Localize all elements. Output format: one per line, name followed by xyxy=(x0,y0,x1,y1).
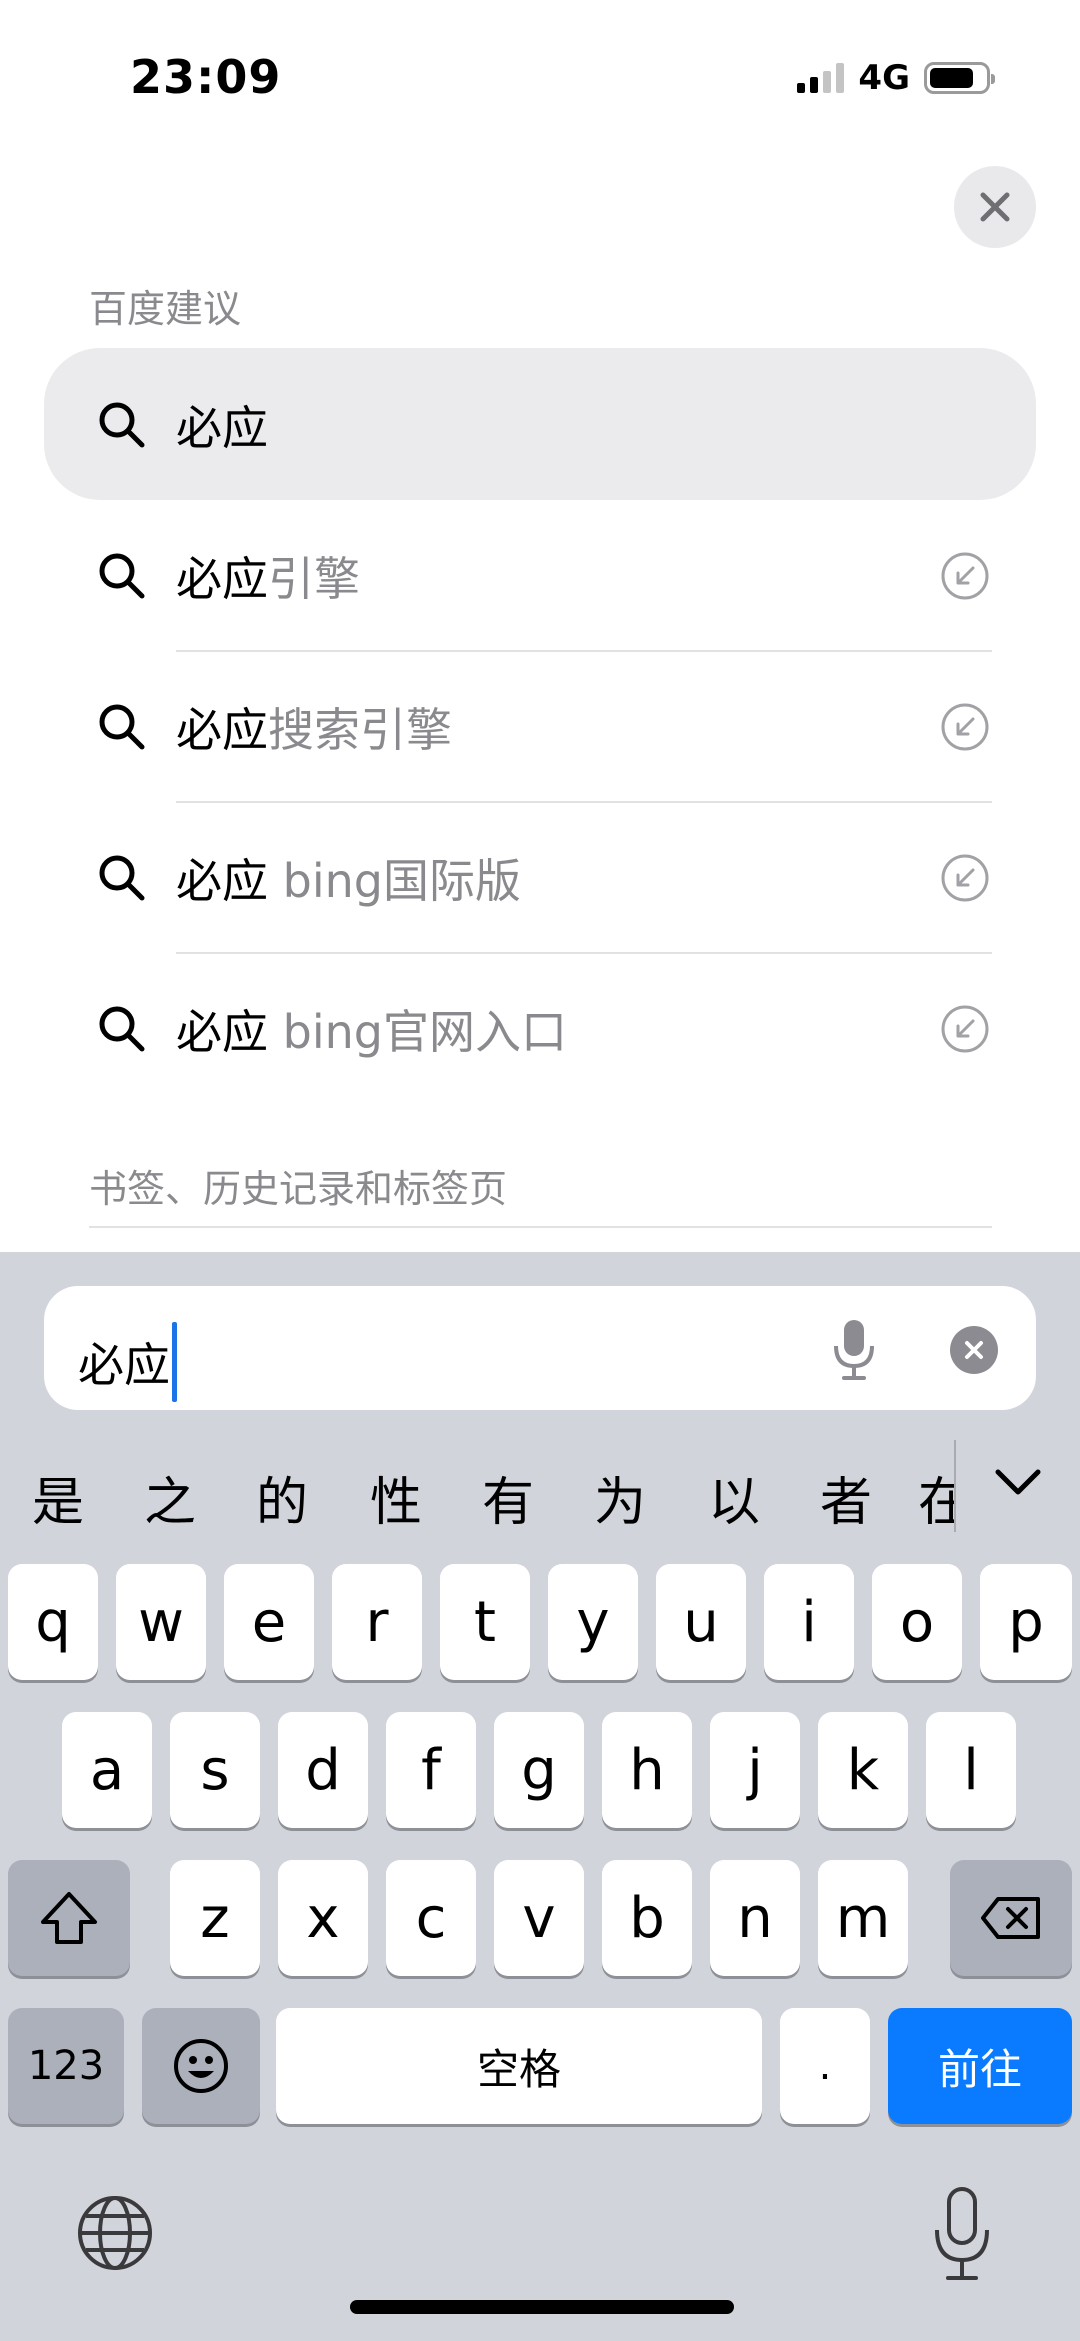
search-icon xyxy=(99,855,145,900)
candidate-word[interactable]: 是 xyxy=(18,1460,98,1535)
candidate-word[interactable]: 之 xyxy=(130,1460,210,1535)
suggestion-row[interactable]: 必应搜索引擎 xyxy=(0,651,1080,802)
key-j[interactable]: j xyxy=(710,1712,800,1828)
key-d[interactable]: d xyxy=(278,1712,368,1828)
candidate-word[interactable]: 的 xyxy=(242,1460,322,1535)
close-icon xyxy=(980,192,1010,222)
key-w[interactable]: w xyxy=(116,1564,206,1680)
suggestion-text: 必应 bing国际版 xyxy=(176,853,521,908)
suggestion-row[interactable]: 必应 xyxy=(0,349,1080,500)
numbers-key[interactable]: 123 xyxy=(8,2008,124,2124)
close-button[interactable] xyxy=(954,166,1036,248)
key-p[interactable]: p xyxy=(980,1564,1072,1680)
home-indicator xyxy=(350,2300,734,2314)
candidate-word[interactable]: 在 xyxy=(918,1460,954,1535)
candidate-word[interactable]: 性 xyxy=(356,1460,436,1535)
key-t[interactable]: t xyxy=(440,1564,530,1680)
text-caret xyxy=(172,1322,177,1402)
key-f[interactable]: f xyxy=(386,1712,476,1828)
candidate-bar: 是 之 的 性 有 为 以 者 在 xyxy=(0,1440,1080,1540)
suggestion-row[interactable]: 必应 bing国际版 xyxy=(0,802,1080,953)
divider xyxy=(89,1226,992,1228)
period-key[interactable]: . xyxy=(780,2008,870,2124)
status-time: 23:09 xyxy=(130,50,282,104)
key-c[interactable]: c xyxy=(386,1860,476,1976)
history-section-title: 书签、历史记录和标签页 xyxy=(89,1167,508,1211)
emoji-icon xyxy=(174,2039,228,2093)
arrow-up-left-icon[interactable] xyxy=(940,1004,990,1054)
search-icon xyxy=(99,1006,145,1051)
candidate-word[interactable]: 有 xyxy=(468,1460,548,1535)
suggestion-row[interactable]: 必应 bing官网入口 xyxy=(0,953,1080,1104)
candidate-separator xyxy=(954,1440,956,1532)
go-key[interactable]: 前往 xyxy=(888,2008,1072,2124)
key-q[interactable]: q xyxy=(8,1564,98,1680)
clear-icon xyxy=(965,1341,983,1359)
address-bar[interactable] xyxy=(44,1286,1036,1410)
clear-button[interactable] xyxy=(950,1326,998,1374)
key-x[interactable]: x xyxy=(278,1860,368,1976)
key-k[interactable]: k xyxy=(818,1712,908,1828)
emoji-key[interactable] xyxy=(142,2008,260,2124)
suggestion-text: 必应搜索引擎 xyxy=(176,702,452,757)
key-e[interactable]: e xyxy=(224,1564,314,1680)
key-n[interactable]: n xyxy=(710,1860,800,1976)
candidate-word[interactable]: 为 xyxy=(580,1460,660,1535)
key-h[interactable]: h xyxy=(602,1712,692,1828)
suggestion-text: 必应 bing官网入口 xyxy=(176,1004,567,1059)
suggestion-row[interactable]: 必应引擎 xyxy=(0,500,1080,651)
key-a[interactable]: a xyxy=(62,1712,152,1828)
suggestion-text: 必应 xyxy=(176,400,268,455)
key-g[interactable]: g xyxy=(494,1712,584,1828)
arrow-up-left-icon[interactable] xyxy=(940,551,990,601)
key-u[interactable]: u xyxy=(656,1564,746,1680)
suggestions-section-title: 百度建议 xyxy=(89,287,242,331)
search-icon xyxy=(99,553,145,598)
address-input[interactable]: 必应 xyxy=(78,1322,177,1402)
arrow-up-left-icon[interactable] xyxy=(940,702,990,752)
chevron-down-icon[interactable] xyxy=(992,1460,1044,1504)
key-s[interactable]: s xyxy=(170,1712,260,1828)
status-icons: 4G xyxy=(797,58,995,98)
key-z[interactable]: z xyxy=(170,1860,260,1976)
battery-icon xyxy=(924,62,995,94)
key-b[interactable]: b xyxy=(602,1860,692,1976)
key-r[interactable]: r xyxy=(332,1564,422,1680)
network-type: 4G xyxy=(858,58,910,98)
address-input-value: 必应 xyxy=(78,1338,170,1392)
dictation-microphone-icon[interactable] xyxy=(932,2186,992,2282)
search-icon xyxy=(99,402,145,447)
shift-key[interactable] xyxy=(8,1860,130,1976)
key-v[interactable]: v xyxy=(494,1860,584,1976)
candidate-word[interactable]: 者 xyxy=(806,1460,886,1535)
key-l[interactable]: l xyxy=(926,1712,1016,1828)
suggestion-text: 必应引擎 xyxy=(176,551,360,606)
search-icon xyxy=(99,704,145,749)
signal-icon xyxy=(797,63,845,93)
key-y[interactable]: y xyxy=(548,1564,638,1680)
shift-icon xyxy=(41,1892,97,1944)
globe-icon[interactable] xyxy=(76,2194,154,2272)
backspace-key[interactable] xyxy=(950,1860,1072,1976)
arrow-up-left-icon[interactable] xyxy=(940,853,990,903)
space-key[interactable]: 空格 xyxy=(276,2008,762,2124)
candidate-word[interactable]: 以 xyxy=(694,1460,774,1535)
key-i[interactable]: i xyxy=(764,1564,854,1680)
microphone-icon[interactable] xyxy=(832,1318,876,1382)
key-o[interactable]: o xyxy=(872,1564,962,1680)
backspace-icon xyxy=(981,1897,1040,1939)
key-m[interactable]: m xyxy=(818,1860,908,1976)
